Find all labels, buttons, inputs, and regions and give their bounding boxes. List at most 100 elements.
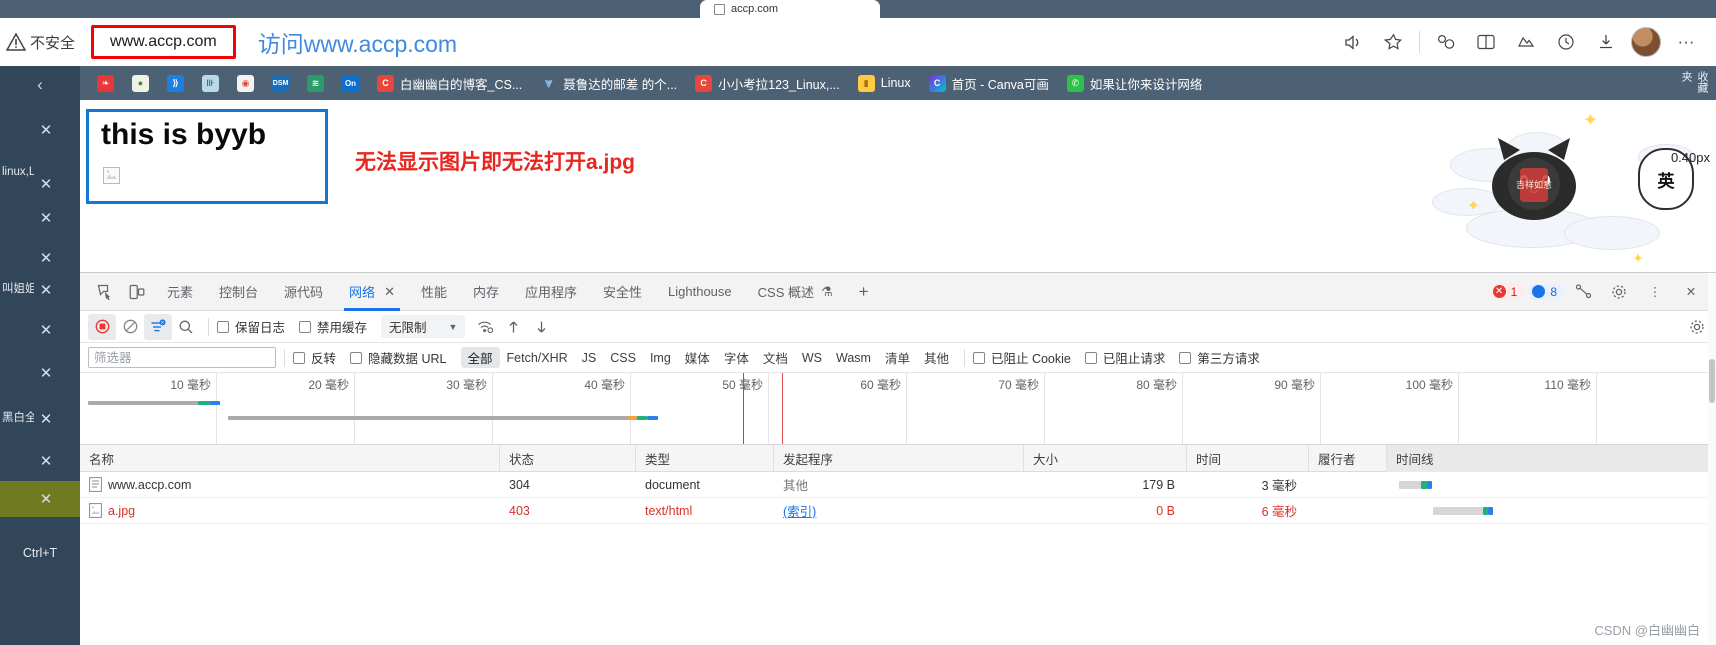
url-input[interactable]: www.accp.com: [110, 33, 217, 50]
filter-type-manifest[interactable]: 清单: [878, 347, 917, 368]
blocked-cookies-checkbox[interactable]: 已阻止 Cookie: [972, 348, 1071, 367]
bookmark-item-koala-linux[interactable]: C 小小考拉123_Linux,...: [686, 71, 849, 96]
filter-type-css[interactable]: CSS: [603, 350, 643, 366]
filter-type-wasm[interactable]: Wasm: [829, 350, 878, 366]
browser-tab-accp[interactable]: accp.com: [700, 0, 880, 18]
column-header-fulfilled-by[interactable]: 履行者: [1309, 444, 1387, 472]
filter-type-ws[interactable]: WS: [795, 350, 829, 366]
scrollbar-thumb[interactable]: [1709, 359, 1715, 403]
devtools-scrollbar[interactable]: [1708, 273, 1716, 645]
read-aloud-icon[interactable]: [1333, 22, 1373, 62]
filter-type-js[interactable]: JS: [575, 350, 604, 366]
profile-avatar[interactable]: [1626, 22, 1666, 62]
bookmark-item[interactable]: ≋: [298, 72, 333, 95]
split-screen-icon[interactable]: [1466, 22, 1506, 62]
sidebar-tab-close[interactable]: ✕: [36, 489, 56, 509]
import-har-icon[interactable]: [499, 314, 527, 340]
tab-console[interactable]: 控制台: [206, 273, 271, 311]
tab-css-overview[interactable]: CSS 概述 ⚗: [745, 273, 846, 311]
table-row[interactable]: a.jpg 403 text/html (索引) 0 B 6 毫秒: [80, 498, 1716, 524]
sidebar-tab-label[interactable]: 叫姐姐: [0, 280, 34, 296]
tab-memory[interactable]: 内存: [460, 273, 512, 311]
filter-type-doc[interactable]: 文档: [756, 347, 795, 368]
request-name-cell[interactable]: a.jpg: [80, 498, 500, 524]
sidebar-tab-close[interactable]: ✕: [36, 409, 56, 429]
filter-input[interactable]: [88, 347, 276, 368]
url-bar-highlight[interactable]: www.accp.com: [91, 25, 236, 59]
close-icon[interactable]: ✕: [384, 284, 395, 300]
sidebar-tab-close[interactable]: ✕: [36, 174, 56, 194]
column-header-time[interactable]: 时间: [1187, 444, 1309, 472]
record-stop-icon[interactable]: [88, 313, 116, 340]
preserve-log-checkbox[interactable]: 保留日志: [217, 317, 285, 336]
add-panel-button[interactable]: +: [846, 273, 882, 311]
sidebar-tab-label[interactable]: 黑白全: [0, 409, 34, 425]
not-secure-warning-icon[interactable]: [6, 33, 26, 51]
bookmark-item-canva[interactable]: C 首页 - Canva可画: [920, 71, 1058, 96]
bookmark-folder-linux[interactable]: ▮ Linux: [849, 72, 920, 95]
column-header-initiator[interactable]: 发起程序: [774, 444, 1024, 472]
sidebar-tab-close[interactable]: ✕: [36, 208, 56, 228]
third-party-requests-checkbox[interactable]: 第三方请求: [1179, 348, 1260, 367]
favorite-star-icon[interactable]: [1373, 22, 1413, 62]
message-count-badge[interactable]: 8: [1528, 283, 1564, 300]
bookmark-item[interactable]: On: [333, 72, 368, 95]
export-har-icon[interactable]: [527, 314, 555, 340]
sidebar-tab-close[interactable]: ✕: [36, 451, 56, 471]
tab-lighthouse[interactable]: Lighthouse: [655, 273, 745, 311]
request-name-cell[interactable]: www.accp.com: [80, 472, 500, 498]
filter-type-media[interactable]: 媒体: [678, 347, 717, 368]
sidebar-tab-close[interactable]: ✕: [36, 280, 56, 300]
tab-sources[interactable]: 源代码: [271, 273, 336, 311]
hide-data-urls-checkbox[interactable]: 隐藏数据 URL: [350, 348, 447, 367]
history-icon[interactable]: [1546, 22, 1586, 62]
sidebar-tab-label[interactable]: linux,Li: [0, 166, 34, 178]
bookmark-item[interactable]: ⟫: [158, 72, 193, 95]
throttling-dropdown[interactable]: 无限制 ▼: [381, 315, 466, 338]
more-vertical-icon[interactable]: ⋮: [1640, 278, 1670, 306]
sidebar-tab-close[interactable]: ✕: [36, 320, 56, 340]
tab-network[interactable]: 网络 ✕: [336, 273, 408, 311]
sidebar-tab-active[interactable]: ✕: [0, 481, 80, 517]
error-count-badge[interactable]: ✕ 1: [1488, 283, 1525, 300]
filter-type-img[interactable]: Img: [643, 350, 678, 366]
invert-filter-checkbox[interactable]: 反转: [293, 348, 336, 367]
bookmark-item[interactable]: ❧: [88, 72, 123, 95]
filter-type-fetch-xhr[interactable]: Fetch/XHR: [500, 350, 575, 366]
bookmark-item[interactable]: ◉: [228, 72, 263, 95]
column-header-size[interactable]: 大小: [1024, 444, 1187, 472]
filter-type-other[interactable]: 其他: [917, 347, 956, 368]
devices-icon[interactable]: [1568, 278, 1598, 306]
disable-cache-checkbox[interactable]: 禁用缓存: [299, 317, 367, 336]
downloads-icon[interactable]: [1586, 22, 1626, 62]
device-toolbar-icon[interactable]: [122, 278, 152, 306]
column-header-waterfall[interactable]: 时间线: [1387, 444, 1708, 472]
settings-gear-icon[interactable]: [1604, 278, 1634, 306]
filter-icon[interactable]: ✕: [144, 313, 172, 340]
close-devtools-icon[interactable]: ✕: [1676, 278, 1706, 306]
clear-requests-icon[interactable]: [116, 314, 144, 340]
network-conditions-icon[interactable]: [471, 314, 499, 340]
filter-type-font[interactable]: 字体: [717, 347, 756, 368]
filter-type-all[interactable]: 全部: [460, 347, 500, 368]
column-header-status[interactable]: 状态: [500, 444, 636, 472]
bookmark-item-nieluda[interactable]: ⩔ 聂鲁达的邮差 的个...: [531, 71, 686, 96]
bookmark-item[interactable]: DSM: [263, 72, 298, 95]
tab-application[interactable]: 应用程序: [512, 273, 590, 311]
bookmark-item-csdn-blog[interactable]: C 白幽幽白的博客_CS...: [368, 71, 531, 96]
bookmark-item[interactable]: ●: [123, 72, 158, 95]
collections-icon[interactable]: [1506, 22, 1546, 62]
column-header-name[interactable]: 名称: [80, 444, 500, 472]
initiator-link[interactable]: (索引): [783, 501, 816, 520]
column-header-type[interactable]: 类型: [636, 444, 774, 472]
favorites-label[interactable]: 收藏夹: [1678, 71, 1710, 100]
sidebar-tab-close[interactable]: ✕: [36, 248, 56, 268]
tab-security[interactable]: 安全性: [590, 273, 655, 311]
tab-performance[interactable]: 性能: [408, 273, 460, 311]
network-overview[interactable]: 10 毫秒 20 毫秒 30 毫秒 40 毫秒 50 毫秒 60 毫秒 70 毫…: [80, 373, 1716, 445]
bookmark-item-network-design[interactable]: ✆ 如果让你来设计网络: [1058, 71, 1212, 96]
request-initiator[interactable]: (索引): [774, 498, 1024, 524]
browser-essentials-icon[interactable]: [1426, 22, 1466, 62]
sidebar-tab-close[interactable]: ✕: [36, 363, 56, 383]
blocked-requests-checkbox[interactable]: 已阻止请求: [1084, 348, 1165, 367]
